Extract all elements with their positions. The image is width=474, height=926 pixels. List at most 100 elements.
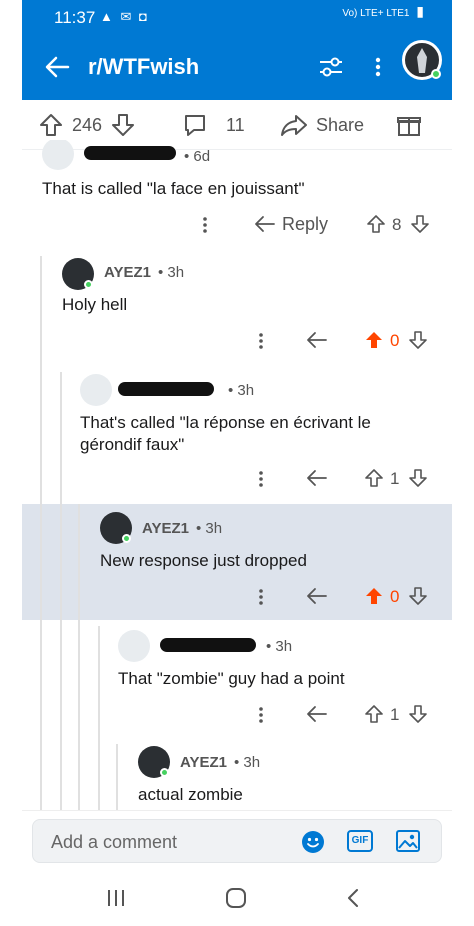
comment-body-line: gérondif faux" xyxy=(80,435,185,454)
comment-age: • 3h xyxy=(196,520,223,537)
recents-icon[interactable] xyxy=(104,886,128,910)
snoo-avatar xyxy=(80,374,112,406)
home-icon[interactable] xyxy=(224,886,248,910)
status-time: 11:37 xyxy=(54,8,96,27)
reply-icon[interactable] xyxy=(306,704,328,724)
comment-body: That "zombie" guy had a point xyxy=(118,669,345,688)
status-bar: 11:37 ▲ ✉ ◘ Vo) LTE+ LTE1 ▮ xyxy=(22,0,452,34)
comment-composer-bar: Add a comment GIF xyxy=(22,810,452,870)
comment-age: • 3h xyxy=(228,382,255,399)
comment: AYEZ1 • 3h Holy hell 0 xyxy=(22,256,452,372)
user-avatar[interactable] xyxy=(402,40,442,80)
upvote-icon[interactable] xyxy=(364,586,384,606)
battery-icon: ▮ xyxy=(416,3,424,19)
reply-label[interactable]: Reply xyxy=(282,214,328,235)
upvote-icon[interactable] xyxy=(38,112,64,138)
share-button[interactable]: Share xyxy=(280,112,364,138)
upvote-icon[interactable] xyxy=(364,330,384,350)
redacted-username xyxy=(160,638,256,652)
reply-icon[interactable] xyxy=(254,214,276,234)
comment-age: • 3h xyxy=(158,264,185,281)
gif-label: GIF xyxy=(351,835,369,846)
comment-body: That is called "la face en jouissant" xyxy=(42,179,305,198)
downvote-icon[interactable] xyxy=(408,330,428,350)
comment-bubble-icon xyxy=(185,115,205,136)
user-avatar xyxy=(100,512,132,544)
more-options-icon[interactable] xyxy=(254,468,268,490)
more-options-icon[interactable] xyxy=(254,330,268,352)
downvote-icon[interactable] xyxy=(110,112,136,138)
comment-feed: • 6d That is called "la face en jouissan… xyxy=(22,140,452,810)
vote-count: 246 xyxy=(72,114,103,135)
downvote-icon[interactable] xyxy=(408,704,428,724)
downvote-icon[interactable] xyxy=(410,214,430,234)
upvote-icon[interactable] xyxy=(364,704,384,724)
more-options-icon[interactable] xyxy=(366,52,390,82)
reply-icon[interactable] xyxy=(306,468,328,488)
award-icon[interactable] xyxy=(396,112,422,138)
subreddit-title[interactable]: r/WTFwish xyxy=(88,54,199,80)
downvote-icon[interactable] xyxy=(408,586,428,606)
emoji-icon[interactable] xyxy=(301,830,325,854)
comment-count: 11 xyxy=(226,114,245,135)
downvote-icon[interactable] xyxy=(408,468,428,488)
back-icon[interactable] xyxy=(342,886,366,910)
share-icon xyxy=(281,115,307,136)
notification-icons: ▲ ✉ ◘ xyxy=(100,9,149,24)
online-status-icon xyxy=(84,280,93,289)
online-status-icon xyxy=(122,534,131,543)
share-label: Share xyxy=(316,114,365,135)
snoo-avatar xyxy=(118,630,150,662)
upvote-icon[interactable] xyxy=(366,214,386,234)
user-avatar xyxy=(138,746,170,778)
header: r/WTFwish xyxy=(22,34,452,100)
comment: AYEZ1 • 3h actual zombie xyxy=(22,744,452,810)
comment-score: 8 xyxy=(392,215,402,234)
redacted-username xyxy=(118,382,214,396)
image-icon[interactable] xyxy=(395,829,421,853)
back-arrow-icon[interactable] xyxy=(42,52,72,82)
user-avatar xyxy=(62,258,94,290)
network-indicator: Vo) LTE+ LTE1 ▮ xyxy=(342,3,424,19)
comment-body: New response just dropped xyxy=(100,551,307,570)
comment-age: • 6d xyxy=(184,148,211,165)
comment-age: • 3h xyxy=(234,754,261,771)
upvote-icon[interactable] xyxy=(364,468,384,488)
more-options-icon[interactable] xyxy=(254,586,268,608)
comment-score: 0 xyxy=(390,331,400,350)
comment: • 3h That's called "la réponse en écriva… xyxy=(22,372,452,504)
comment-actions: 0 xyxy=(254,326,444,356)
comment-actions: 1 xyxy=(254,464,444,494)
comment-score: 1 xyxy=(390,705,400,724)
comment-score: 0 xyxy=(390,587,400,606)
comment-username[interactable]: AYEZ1 xyxy=(180,754,227,771)
comment-body: actual zombie xyxy=(138,785,243,804)
comment-input-placeholder: Add a comment xyxy=(51,832,178,852)
filter-icon[interactable] xyxy=(316,52,346,82)
comment-actions: 1 xyxy=(254,700,444,730)
comment-actions: 0 xyxy=(254,582,444,612)
comment-body-line: That's called "la réponse en écrivant le xyxy=(80,413,371,432)
comment-body: Holy hell xyxy=(62,295,128,314)
reply-icon[interactable] xyxy=(306,330,328,350)
snoo-avatar xyxy=(42,140,74,170)
comment-age: • 3h xyxy=(266,638,293,655)
more-options-icon[interactable] xyxy=(198,214,212,236)
comment-username[interactable]: AYEZ1 xyxy=(142,520,189,537)
comment-body: That's called "la réponse en écrivant le… xyxy=(80,412,371,456)
comment-username[interactable]: AYEZ1 xyxy=(104,264,151,281)
app-bar: 11:37 ▲ ✉ ◘ Vo) LTE+ LTE1 ▮ r/WTFwish xyxy=(22,0,452,100)
comment-input[interactable]: Add a comment GIF xyxy=(32,819,442,863)
gif-button[interactable]: GIF xyxy=(347,830,373,852)
reply-icon[interactable] xyxy=(306,586,328,606)
comment-actions: Reply 8 xyxy=(198,210,438,240)
comment: AYEZ1 • 3h New response just dropped 0 xyxy=(22,504,452,620)
system-nav-bar xyxy=(0,870,474,926)
comments-button[interactable]: 11 xyxy=(182,112,245,138)
online-status-icon xyxy=(160,768,169,777)
redacted-username xyxy=(84,146,176,160)
more-options-icon[interactable] xyxy=(254,704,268,726)
comment-score: 1 xyxy=(390,469,400,488)
network-label: Vo) LTE+ LTE1 xyxy=(342,8,410,19)
vote-group: 246 xyxy=(38,112,136,138)
